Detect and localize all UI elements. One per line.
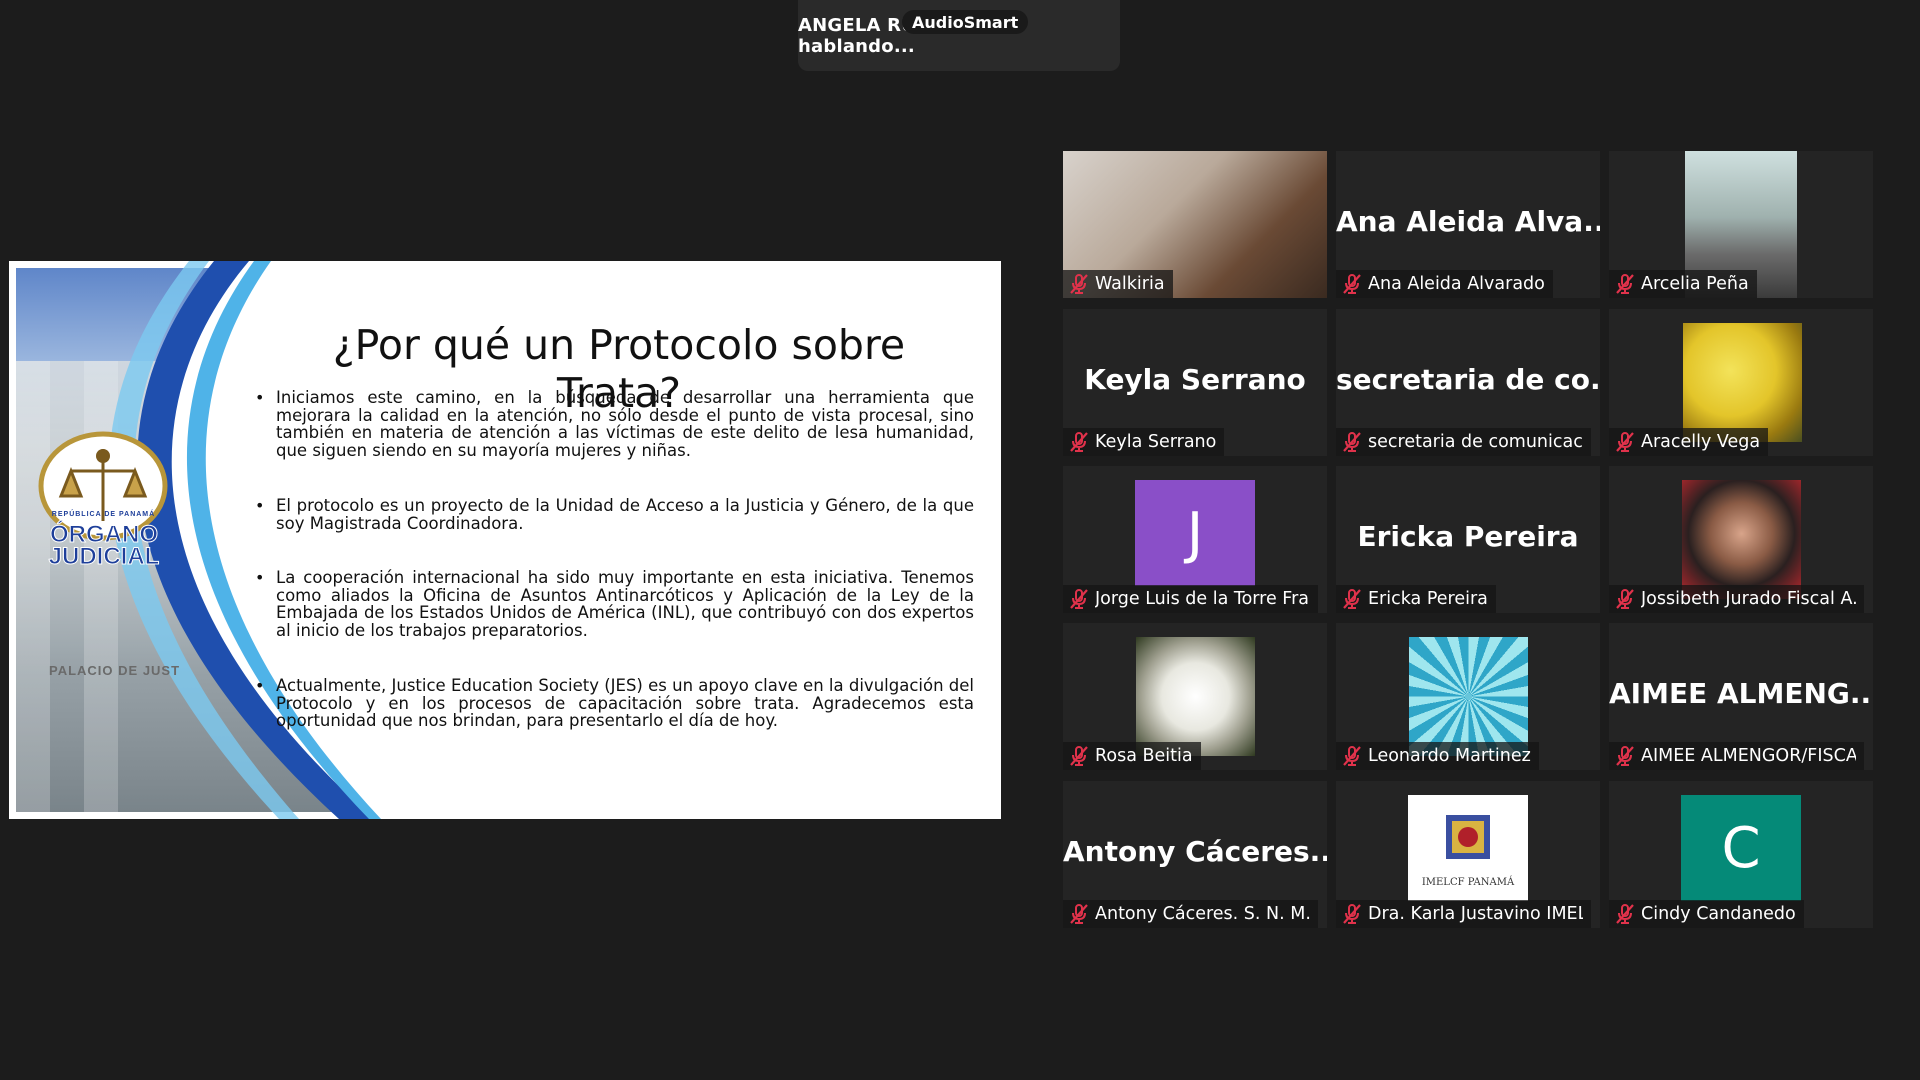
participant-avatar: C	[1681, 795, 1801, 901]
participant-name: AIMEE ALMENGOR/FISCA...	[1641, 746, 1856, 766]
participant-name-label: Walkiria	[1063, 270, 1173, 298]
participant-tile[interactable]: Keyla Serrano Keyla Serrano	[1063, 309, 1327, 456]
participant-name: Ana Aleida Alvarado	[1368, 274, 1545, 294]
participant-tile[interactable]: J Jorge Luis de la Torre Fra...	[1063, 466, 1327, 613]
participant-display-name: Antony Cáceres...	[1063, 835, 1327, 868]
participant-display-name: Keyla Serrano	[1084, 363, 1306, 396]
participant-name: Walkiria	[1095, 274, 1165, 294]
participant-tile[interactable]: Jossibeth Jurado Fiscal A...	[1609, 466, 1873, 613]
participant-name-label: Leonardo Martinez	[1336, 742, 1539, 770]
participant-video	[1136, 637, 1255, 756]
participant-name-label: Aracelly Vega	[1609, 428, 1769, 456]
participant-tile[interactable]: Leonardo Martinez	[1336, 623, 1600, 770]
mic-muted-icon	[1615, 273, 1635, 295]
participant-name: Ericka Pereira	[1368, 589, 1488, 609]
mic-muted-icon	[1615, 588, 1635, 610]
mic-muted-icon	[1069, 273, 1089, 295]
participant-name: Cindy Candanedo	[1641, 904, 1796, 924]
mic-muted-icon	[1069, 431, 1089, 453]
participant-name: Jorge Luis de la Torre Fra...	[1095, 589, 1310, 609]
participant-display-name: Ericka Pereira	[1357, 520, 1579, 553]
participant-name-label: Rosa Beitia	[1063, 742, 1201, 770]
slide-bullet: Actualmente, Justice Education Society (…	[249, 677, 974, 730]
mic-muted-icon	[1342, 745, 1362, 767]
slide-logo-line2: JUDICIAL	[48, 543, 160, 570]
participant-name-label: AIMEE ALMENGOR/FISCA...	[1609, 742, 1864, 770]
building-sign: PALACIO DE JUST	[49, 663, 181, 678]
participant-name: Rosa Beitia	[1095, 746, 1193, 766]
participant-tile[interactable]: Aracelly Vega	[1609, 309, 1873, 456]
participant-name-label: Jorge Luis de la Torre Fra...	[1063, 585, 1318, 613]
mic-muted-icon	[1069, 588, 1089, 610]
participant-avatar: J	[1135, 480, 1255, 586]
mic-muted-icon	[1069, 903, 1089, 925]
participant-name-label: Arcelia Peña	[1609, 270, 1757, 298]
slide-bullet: El protocolo es un proyecto de la Unidad…	[249, 497, 974, 532]
participant-name-label: Ericka Pereira	[1336, 585, 1496, 613]
slide-bullet: La cooperación internacional ha sido muy…	[249, 569, 974, 639]
participant-tile[interactable]: Rosa Beitia	[1063, 623, 1327, 770]
participant-name-label: Keyla Serrano	[1063, 428, 1225, 456]
participant-logo-image: IMELCF PANAMÁ	[1408, 795, 1528, 901]
audiosmart-badge[interactable]: AudioSmart	[902, 10, 1029, 34]
participant-name: Aracelly Vega	[1641, 432, 1761, 452]
mic-muted-icon	[1342, 431, 1362, 453]
participant-tile[interactable]: secretaria de co... secretaria de comunic…	[1336, 309, 1600, 456]
participant-name: Leonardo Martinez	[1368, 746, 1531, 766]
mic-muted-icon	[1069, 745, 1089, 767]
participant-name: secretaria de comunicaci...	[1368, 432, 1583, 452]
mic-muted-icon	[1342, 273, 1362, 295]
participant-display-name: secretaria de co...	[1336, 363, 1600, 396]
mic-muted-icon	[1342, 588, 1362, 610]
slide-bullet: Iniciamos este camino, en la búsqueda de…	[249, 389, 974, 459]
participant-name: Keyla Serrano	[1095, 432, 1217, 452]
slide-logo-caption: REPÚBLICA DE PANAMÁ	[51, 511, 156, 518]
logo-caption: IMELCF PANAMÁ	[1421, 877, 1515, 888]
participant-tile[interactable]: Walkiria	[1063, 151, 1327, 298]
participant-name: Jossibeth Jurado Fiscal A...	[1641, 589, 1856, 609]
mic-muted-icon	[1615, 903, 1635, 925]
participant-tile[interactable]: IMELCF PANAMÁ Dra. Karla Justavino IMEL..…	[1336, 781, 1600, 928]
participant-name-label: Jossibeth Jurado Fiscal A...	[1609, 585, 1864, 613]
participant-name: Arcelia Peña	[1641, 274, 1749, 294]
participant-name-label: secretaria de comunicaci...	[1336, 428, 1591, 456]
imelcf-emblem-icon	[1446, 815, 1490, 859]
participant-tile[interactable]: Antony Cáceres... Antony Cáceres. S. N. M…	[1063, 781, 1327, 928]
participant-tile[interactable]: Arcelia Peña	[1609, 151, 1873, 298]
participant-tile[interactable]: Ericka Pereira Ericka Pereira	[1336, 466, 1600, 613]
participant-display-name: Ana Aleida Alva...	[1336, 205, 1600, 238]
shared-screen-slide: REPÚBLICA DE PANAMÁ ÓRGANO JUDICIAL PALA…	[9, 261, 1001, 819]
participant-tile[interactable]: Ana Aleida Alva... Ana Aleida Alvarado	[1336, 151, 1600, 298]
mic-muted-icon	[1342, 903, 1362, 925]
participant-video	[1682, 480, 1801, 599]
participant-display-name: AIMEE ALMENG...	[1609, 677, 1873, 710]
mic-muted-icon	[1615, 431, 1635, 453]
participant-tile[interactable]: AIMEE ALMENG... AIMEE ALMENGOR/FISCA...	[1609, 623, 1873, 770]
participant-name-label: Cindy Candanedo	[1609, 900, 1804, 928]
participant-name-label: Dra. Karla Justavino IMEL...	[1336, 900, 1591, 928]
mic-muted-icon	[1615, 745, 1635, 767]
participant-name: Dra. Karla Justavino IMEL...	[1368, 904, 1583, 924]
participant-name: Antony Cáceres. S. N. M. ...	[1095, 904, 1310, 924]
participant-tile[interactable]: C Cindy Candanedo	[1609, 781, 1873, 928]
participant-name-label: Antony Cáceres. S. N. M. ...	[1063, 900, 1318, 928]
participant-video	[1683, 323, 1802, 442]
participant-video	[1409, 637, 1528, 756]
participant-name-label: Ana Aleida Alvarado	[1336, 270, 1553, 298]
